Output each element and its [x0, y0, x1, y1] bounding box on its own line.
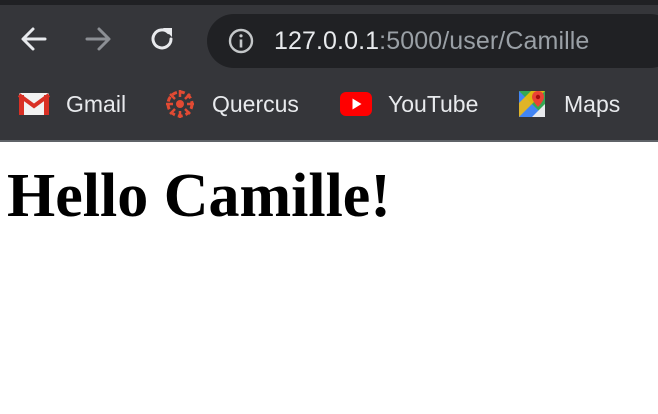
reload-button[interactable] — [144, 21, 180, 57]
bookmark-label-youtube: YouTube — [388, 90, 479, 117]
youtube-icon — [340, 88, 372, 120]
url-host: 127.0.0.1 — [274, 27, 380, 55]
info-icon[interactable] — [227, 27, 255, 55]
bookmark-gmail[interactable]: Gmail — [18, 87, 126, 121]
maps-icon — [516, 88, 548, 120]
reload-icon — [151, 28, 173, 50]
back-arrow-icon — [21, 27, 47, 51]
forward-button[interactable] — [80, 21, 116, 57]
bookmark-maps[interactable]: Maps — [516, 87, 620, 121]
url-text[interactable]: 127.0.0.1:5000/user/Camille — [274, 26, 589, 56]
forward-arrow-icon — [85, 27, 111, 51]
page-content: Hello Camille! — [0, 142, 658, 414]
quercus-icon — [164, 88, 196, 120]
bookmark-quercus[interactable]: Quercus — [164, 87, 299, 121]
gmail-icon — [18, 88, 50, 120]
back-button[interactable] — [16, 21, 52, 57]
browser-chrome: 127.0.0.1:5000/user/Camille Gmail Quercu… — [0, 0, 658, 142]
address-bar[interactable]: 127.0.0.1:5000/user/Camille — [207, 14, 658, 68]
bookmarks-bar: Gmail Quercus YouTube Maps — [0, 75, 658, 140]
bookmark-youtube[interactable]: YouTube — [340, 87, 478, 121]
bookmark-label-quercus: Quercus — [212, 90, 299, 117]
bookmark-label-maps: Maps — [564, 90, 621, 117]
url-path: :5000/user/Camille — [379, 27, 590, 55]
bookmark-label-gmail: Gmail — [66, 90, 127, 117]
browser-toolbar: 127.0.0.1:5000/user/Camille — [0, 5, 658, 75]
page-heading: Hello Camille! — [7, 162, 391, 230]
